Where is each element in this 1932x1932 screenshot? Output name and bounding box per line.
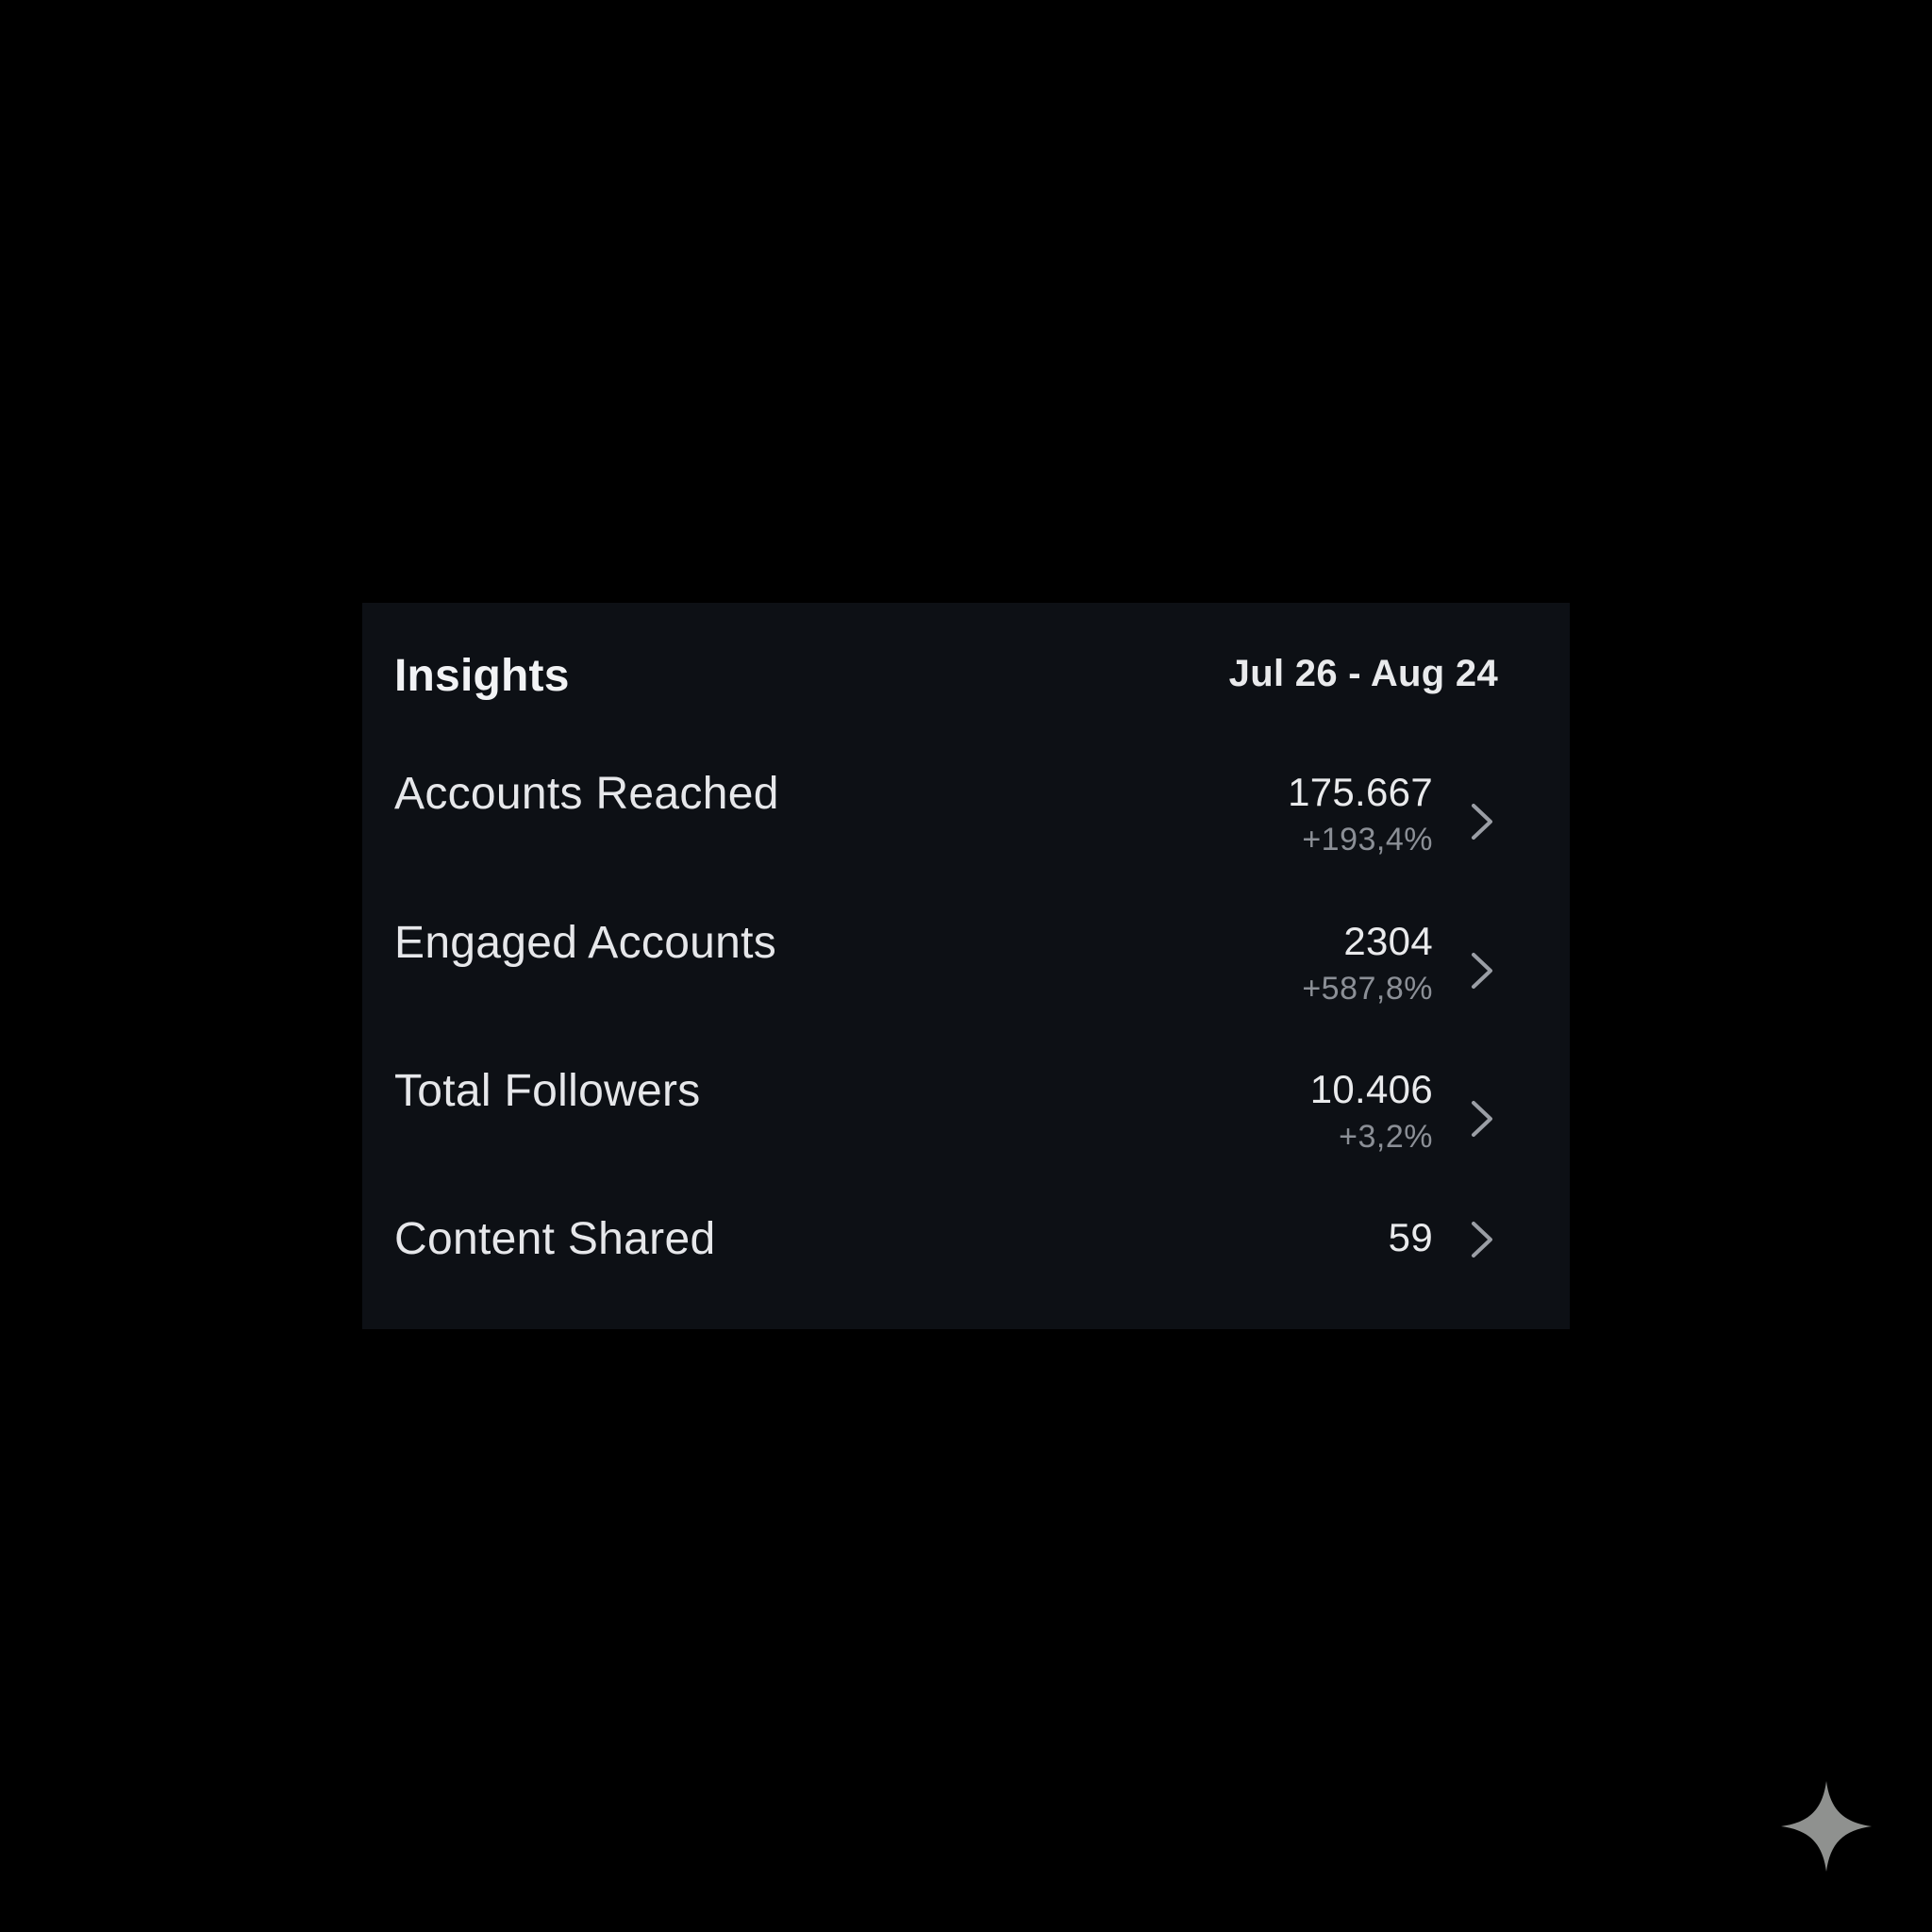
date-range[interactable]: Jul 26 - Aug 24 (1229, 653, 1498, 695)
chevron-right-icon[interactable] (1470, 951, 1494, 991)
metric-value: 10.406 (1309, 1067, 1433, 1111)
metric-label: Total Followers (394, 1066, 701, 1116)
metric-value: 59 (1388, 1215, 1433, 1259)
metric-values: 175.667 +193,4% (1288, 766, 1433, 860)
page: Insights Jul 26 - Aug 24 Accounts Reache… (0, 0, 1932, 1932)
metric-label: Content Shared (394, 1214, 716, 1264)
metric-row-engaged-accounts[interactable]: Engaged Accounts 2304 +587,8% (362, 915, 1570, 1019)
chevron-right-icon[interactable] (1470, 802, 1494, 841)
metric-values: 59 (1389, 1211, 1433, 1264)
insights-header: Insights Jul 26 - Aug 24 (394, 603, 1498, 741)
metric-change: +193,4% (1302, 822, 1433, 858)
insights-title: Insights (394, 650, 570, 701)
metric-value: 2304 (1343, 919, 1433, 963)
metric-values: 2304 +587,8% (1302, 915, 1433, 1009)
metric-label: Engaged Accounts (394, 918, 777, 968)
metric-change: +587,8% (1302, 971, 1433, 1007)
metric-values: 10.406 +3,2% (1310, 1063, 1433, 1158)
metric-value: 175.667 (1288, 770, 1433, 814)
metric-row-content-shared[interactable]: Content Shared 59 (362, 1211, 1570, 1315)
metric-row-accounts-reached[interactable]: Accounts Reached 175.667 +193,4% (362, 766, 1570, 870)
chevron-right-icon[interactable] (1470, 1220, 1494, 1259)
sparkle-icon (1779, 1779, 1874, 1874)
insights-card: Insights Jul 26 - Aug 24 Accounts Reache… (362, 603, 1570, 1329)
metric-row-total-followers[interactable]: Total Followers 10.406 +3,2% (362, 1063, 1570, 1167)
metric-change: +3,2% (1339, 1119, 1433, 1155)
metric-label: Accounts Reached (394, 769, 779, 819)
chevron-right-icon[interactable] (1470, 1099, 1494, 1139)
